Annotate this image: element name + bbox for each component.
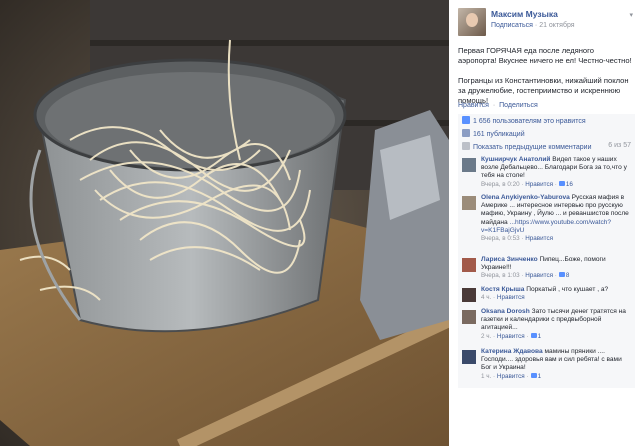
post-date[interactable]: 21 октября <box>539 22 574 29</box>
share-icon <box>462 129 470 137</box>
like-link[interactable]: Нравится <box>458 102 489 109</box>
comment-like-link[interactable]: Нравится <box>497 373 525 380</box>
comment-like-link[interactable]: Нравится <box>525 272 553 279</box>
comment-like-link[interactable]: Нравится <box>497 294 525 301</box>
comment-like-link[interactable]: Нравится <box>525 235 553 242</box>
comment-like-link[interactable]: Нравится <box>525 181 553 188</box>
commenter-avatar[interactable] <box>462 258 476 272</box>
author-name[interactable]: Максим Музыка <box>491 9 558 19</box>
comment-icon <box>462 142 470 150</box>
chevron-down-icon[interactable]: ▾ <box>629 11 633 19</box>
post-header: Максим Музыка Подписаться · 21 октября ▾ <box>458 8 633 40</box>
comments-count: 6 из 57 <box>608 142 631 149</box>
share-link[interactable]: Поделиться <box>499 102 538 109</box>
post-subline: Подписаться · 21 октября <box>491 22 575 29</box>
comment-meta: 4 ч. · Нравится <box>481 294 525 302</box>
like-count-icon <box>530 332 537 338</box>
shares-summary[interactable]: 161 публикаций <box>458 127 635 141</box>
commenter-avatar[interactable] <box>462 196 476 210</box>
comment-meta: 1 ч. · Нравится · 1 <box>481 372 542 380</box>
commenter-avatar[interactable] <box>462 288 476 302</box>
commenter-avatar[interactable] <box>462 310 476 324</box>
comment-like-link[interactable]: Нравится <box>497 333 525 340</box>
post-photo[interactable] <box>0 0 449 446</box>
commenter-name[interactable]: Olena Anykiyenko-Yaburova <box>481 194 570 201</box>
comments-list: Кушнирчук Анатолий Видел такое у наших в… <box>458 152 635 388</box>
commenter-name[interactable]: Кушнирчук Анатолий <box>481 156 550 163</box>
like-count-icon <box>558 272 565 278</box>
like-count-icon <box>558 180 565 186</box>
comment-meta: Вчера, в 0:53 · Нравится <box>481 235 554 243</box>
comment-meta: 2 ч. · Нравится · 1 <box>481 332 542 340</box>
post-side-panel: Максим Музыка Подписаться · 21 октября ▾… <box>449 0 640 446</box>
commenter-name[interactable]: Костя Крыша <box>481 286 524 293</box>
like-count-icon <box>530 372 537 378</box>
post-paragraph-1: Первая ГОРЯЧАЯ еда после ледяного аэропо… <box>458 46 632 65</box>
commenter-avatar[interactable] <box>462 158 476 172</box>
comment-meta: Вчера, в 1:03 · Нравится · 8 <box>481 272 570 280</box>
author-avatar[interactable] <box>458 8 486 36</box>
commenter-avatar[interactable] <box>462 350 476 364</box>
commenter-name[interactable]: Катерина Ждавова <box>481 348 543 355</box>
subscribe-link[interactable]: Подписаться <box>491 22 533 29</box>
thumbs-up-icon <box>462 116 470 124</box>
comment-meta: Вчера, в 0:20 · Нравится · 16 <box>481 180 573 188</box>
post-actions: Нравится · Поделиться <box>458 102 538 109</box>
likes-summary[interactable]: 1 656 пользователям это нравится <box>458 114 635 128</box>
comment-text: Поркатый , что кушает , а? <box>526 286 609 293</box>
commenter-name[interactable]: Oksana Dorosh <box>481 308 530 315</box>
commenter-name[interactable]: Лариса Зинченко <box>481 256 538 263</box>
photo-bucket-noodles <box>0 0 449 446</box>
